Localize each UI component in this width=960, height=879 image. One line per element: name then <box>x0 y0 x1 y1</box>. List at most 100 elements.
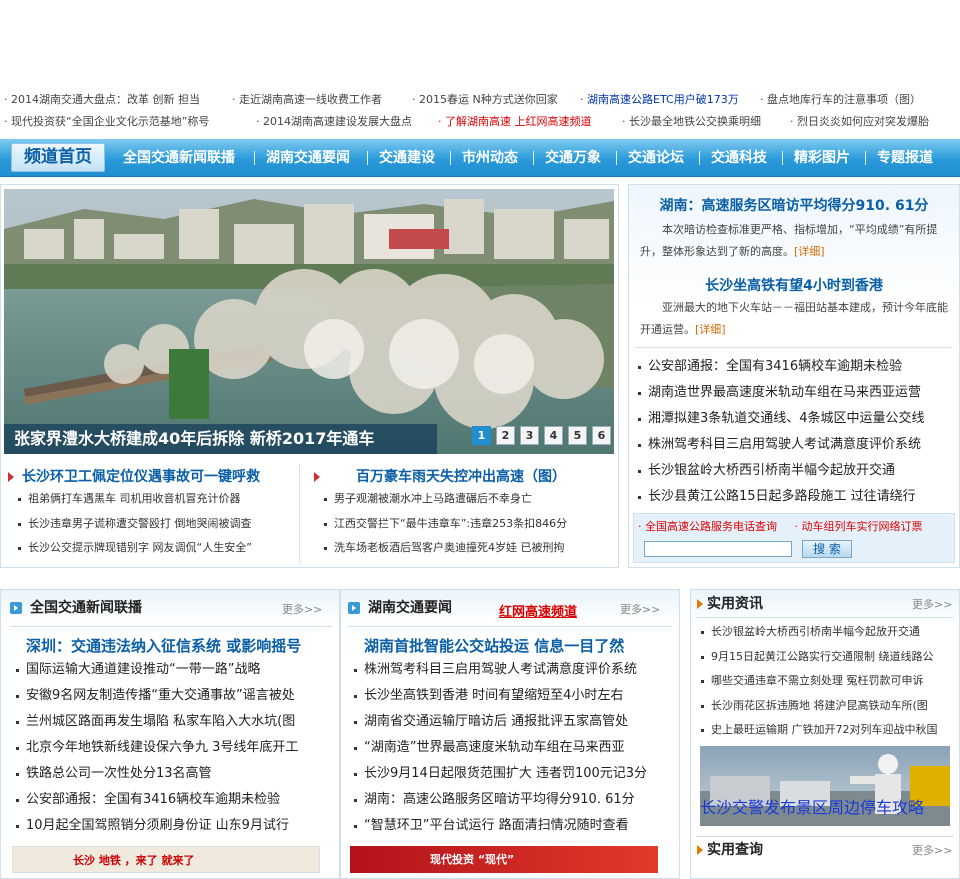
slideshow-page-button[interactable]: 3 <box>520 426 539 445</box>
top-story-2-title[interactable]: 长沙坐高铁有望4小时到香港 <box>628 275 960 295</box>
list-item[interactable]: 长沙雨花区拆违腾地 将建沪昆高铁动车所(图 <box>699 694 958 719</box>
nav-separator <box>450 151 451 165</box>
hunan-section-title[interactable]: 湖南交通要闻 <box>348 592 452 624</box>
left-column-headline[interactable]: 长沙环卫工佩定位仪遇事故可一键呼救 <box>8 466 260 486</box>
left-column-news-list: 祖弟俩打车遇黑车 司机用收音机冒充计价器 长沙违章男子谎称遭交警殴打 倒地哭闹被… <box>16 487 296 561</box>
play-icon <box>348 602 360 614</box>
top-story-1-summary: 本次暗访检查标准更严格、指标增加，“平均成绩”有所提升，整体形象达到了新的高度。… <box>640 223 938 258</box>
list-item[interactable]: 史上最旺运输期 广铁加开72对列车迎战中秋国 <box>699 718 958 743</box>
list-item[interactable]: 长沙公交提示牌现错别字 网友调侃“人生安全” <box>16 536 296 561</box>
list-item[interactable]: 长沙违章男子谎称遭交警殴打 倒地哭闹被调查 <box>16 512 296 537</box>
ticker-link[interactable]: · 2015春运 N种方式送你回家 <box>412 88 558 112</box>
list-item[interactable]: 北京今年地铁新线建设保六争九 3号线年底开工 <box>14 735 334 761</box>
ticker-link[interactable]: · 现代投资获“全国企业文化示范基地”称号 <box>4 110 209 134</box>
featured-slideshow[interactable]: 张家界澧水大桥建成40年后拆除 新桥2017年通车 1 2 3 4 5 6 <box>4 189 614 454</box>
nav-separator <box>782 151 783 165</box>
divider <box>636 347 952 348</box>
slideshow-page-button[interactable]: 6 <box>592 426 611 445</box>
list-item[interactable]: 湘潭拟建3条轨道交通线、4条城区中运量公交线 <box>636 406 954 432</box>
ticker-link[interactable]: · 长沙最全地铁公交换乘明细 <box>622 110 761 134</box>
hunan-channel-badge[interactable]: 红网高速频道 <box>499 601 577 620</box>
list-item[interactable]: 长沙9月14日起限货范围扩大 违者罚100元记3分 <box>352 761 674 787</box>
nav-item-national-news[interactable]: 全国交通新闻联播 <box>123 139 235 177</box>
ticker-link[interactable]: · 2014湖南交通大盘点：改革 创新 担当 <box>4 88 200 112</box>
national-headline[interactable]: 深圳：交通违法纳入征信系统 或影响摇号 <box>26 635 301 656</box>
nav-item-forum[interactable]: 交通论坛 <box>628 139 684 177</box>
practical-news-list: 长沙银盆岭大桥西引桥南半幅今起放开交通 9月15日起黄江公路实行交通限制 绕道线… <box>699 620 958 743</box>
list-item[interactable]: 哪些交通违章不需立刻处理 冤枉罚款可申诉 <box>699 669 958 694</box>
list-item[interactable]: 铁路总公司一次性处分13名高管 <box>14 761 334 787</box>
slideshow-caption[interactable]: 张家界澧水大桥建成40年后拆除 新桥2017年通车 <box>4 424 437 454</box>
ticker-link[interactable]: · 了解湖南高速 上红网高速频道 <box>438 110 592 134</box>
right-column-headline[interactable]: 百万豪车雨天失控冲出高速（图） <box>314 466 566 486</box>
list-item[interactable]: 公安部通报：全国有3416辆校车逾期未检验 <box>636 354 954 380</box>
ticker-link[interactable]: · 烈日炎炎如何应对突发爆胎 <box>790 110 929 134</box>
ticker-link[interactable]: · 2014湖南高速建设发展大盘点 <box>256 110 412 134</box>
national-more-link[interactable]: 更多>> <box>282 601 322 617</box>
detail-link[interactable]: [详细] <box>794 245 825 258</box>
list-item[interactable]: 湖南：高速公路服务区暗访平均得分910. 61分 <box>352 787 674 813</box>
slideshow-page-button[interactable]: 1 <box>472 426 491 445</box>
practical-more-link[interactable]: 更多>> <box>912 596 952 612</box>
ticker-link[interactable]: · 走近湖南高速一线收费工作者 <box>232 88 382 112</box>
nav-separator <box>616 151 617 165</box>
practical-photo-caption[interactable]: 长沙交警发布景区周边停车攻略 <box>700 794 924 818</box>
slideshow-page-button[interactable]: 5 <box>568 426 587 445</box>
list-item[interactable]: 江西交警拦下“最牛违章车”:违章253条扣846分 <box>322 512 612 537</box>
list-item[interactable]: 湖南省交通运输厅暗访后 通报批评五家高管处 <box>352 709 674 735</box>
list-item[interactable]: “湖南造”世界最高速度米轨动车组在马来西亚 <box>352 735 674 761</box>
list-item[interactable]: 株洲驾考科目三启用驾驶人考试满意度评价系统 <box>352 657 674 683</box>
train-ticket-link[interactable]: 动车组列车实行网络订票 <box>802 520 923 533</box>
arrow-icon <box>8 472 14 482</box>
highway-phone-link[interactable]: 全国高速公路服务电话查询 <box>645 520 777 533</box>
detail-link[interactable]: [详细] <box>695 323 726 336</box>
practical-photo[interactable]: 长沙交警发布景区周边停车攻略 <box>700 746 950 826</box>
nav-item-photos[interactable]: 精彩图片 <box>794 139 850 177</box>
nav-item-technology[interactable]: 交通科技 <box>711 139 767 177</box>
query-section-title[interactable]: 实用查询 <box>697 834 763 866</box>
nav-item-city-news[interactable]: 市州动态 <box>462 139 518 177</box>
right-column-news-list: 男子观潮被潮水冲上马路遭碾后不幸身亡 江西交警拦下“最牛违章车”:违章253条扣… <box>322 487 612 561</box>
list-item[interactable]: 公安部通报：全国有3416辆校车逾期未检验 <box>14 787 334 813</box>
list-item[interactable]: 10月起全国驾照销分须刷身份证 山东9月试行 <box>14 813 334 839</box>
top-story-1-title[interactable]: 湖南：高速服务区暗访平均得分910. 61分 <box>628 195 960 215</box>
top-story-2-summary: 亚洲最大的地下火车站－－福田站基本建成，预计今年底能开通运营。[详细] <box>640 301 948 336</box>
list-item[interactable]: 安徽9名网友制造传播“重大交通事故”谣言被处 <box>14 683 334 709</box>
divider <box>696 617 954 618</box>
column-divider <box>299 464 300 564</box>
nav-home-button[interactable]: 频道首页 <box>11 143 105 172</box>
list-item[interactable]: 长沙银盆岭大桥西引桥南半幅今起放开交通 <box>636 458 954 484</box>
list-item[interactable]: 兰州城区路面再发生塌陷 私家车陷入大水坑(图 <box>14 709 334 735</box>
list-item[interactable]: 男子观潮被潮水冲上马路遭碾后不幸身亡 <box>322 487 612 512</box>
hunan-more-link[interactable]: 更多>> <box>620 601 660 617</box>
list-item[interactable]: 长沙县黄江公路15日起多路段施工 过往请绕行 <box>636 484 954 510</box>
nav-item-construction[interactable]: 交通建设 <box>379 139 435 177</box>
national-section-title[interactable]: 全国交通新闻联播 <box>10 592 142 624</box>
list-item[interactable]: “智慧环卫”平台试运行 路面清扫情况随时查看 <box>352 813 674 839</box>
nav-item-hunan-news[interactable]: 湖南交通要闻 <box>266 139 350 177</box>
query-more-link[interactable]: 更多>> <box>912 842 952 858</box>
practical-section-title[interactable]: 实用资讯 <box>697 588 763 620</box>
investment-ad-banner[interactable]: 现代投资 “现代” <box>350 846 658 873</box>
search-button[interactable]: 搜 索 <box>802 540 852 558</box>
list-item[interactable]: 国际运输大通道建设推动“一带一路”战略 <box>14 657 334 683</box>
ticker-link[interactable]: · 盘点地库行车的注意事项（图） <box>760 88 921 112</box>
news-ticker-row-2: · 现代投资获“全国企业文化示范基地”称号 · 2014湖南高速建设发展大盘点 … <box>0 110 960 134</box>
list-item[interactable]: 株洲驾考科目三启用驾驶人考试满意度评价系统 <box>636 432 954 458</box>
ticker-link[interactable]: · 湖南高速公路ETC用户破173万 <box>580 88 739 112</box>
list-item[interactable]: 长沙银盆岭大桥西引桥南半幅今起放开交通 <box>699 620 958 645</box>
list-item[interactable]: 祖弟俩打车遇黑车 司机用收音机冒充计价器 <box>16 487 296 512</box>
top-banner-area <box>0 0 960 86</box>
search-input[interactable] <box>644 541 792 557</box>
list-item[interactable]: 湖南造世界最高速度米轨动车组在马来西亚运营 <box>636 380 954 406</box>
metro-ad-banner[interactable]: 长沙 地铁 ，来了 就来了 <box>12 846 320 873</box>
slideshow-page-button[interactable]: 2 <box>496 426 515 445</box>
nav-item-special-reports[interactable]: 专题报道 <box>877 139 933 177</box>
arrow-icon <box>314 472 320 482</box>
slideshow-page-button[interactable]: 4 <box>544 426 563 445</box>
hunan-headline[interactable]: 湖南首批智能公交站投运 信息一目了然 <box>364 635 624 656</box>
list-item[interactable]: 长沙坐高铁到香港 时间有望缩短至4小时左右 <box>352 683 674 709</box>
list-item[interactable]: 洗车场老板酒后驾客户奥迪撞死4岁娃 已被刑拘 <box>322 536 612 561</box>
nav-item-traffic-scenes[interactable]: 交通万象 <box>545 139 601 177</box>
list-item[interactable]: 9月15日起黄江公路实行交通限制 绕道线路公 <box>699 645 958 670</box>
